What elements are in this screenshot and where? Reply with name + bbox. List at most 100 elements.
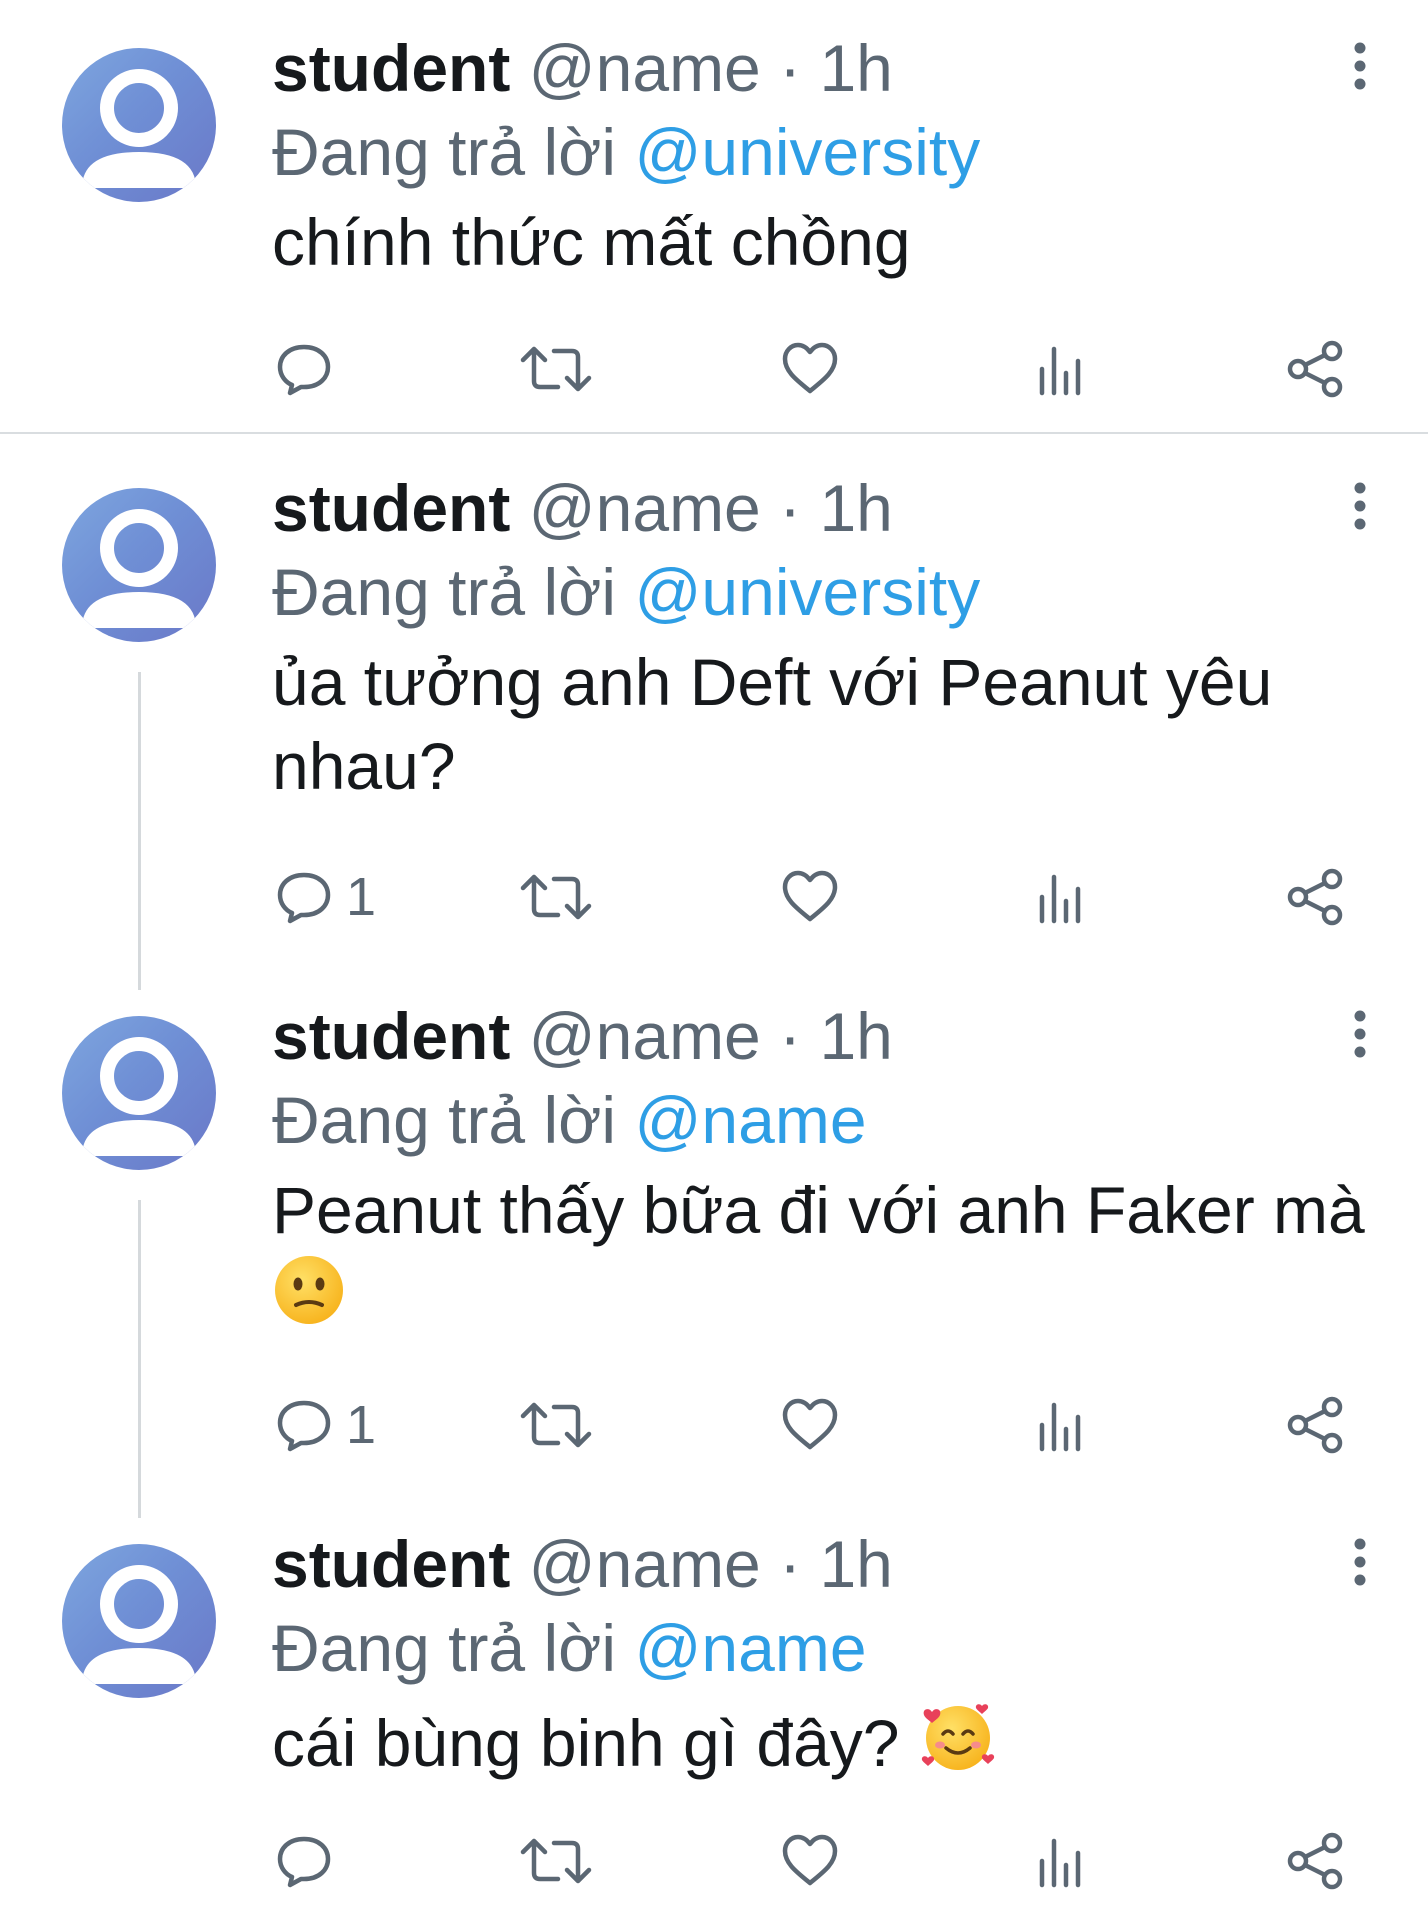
reply-prefix: Đang trả lời (272, 1611, 617, 1685)
avatar[interactable] (62, 1016, 216, 1170)
action-bar: 1 (0, 862, 1428, 932)
mention-link[interactable]: @university (634, 115, 980, 189)
user-handle[interactable]: @name (529, 999, 761, 1073)
tweet-header: student @name · 1h (272, 998, 893, 1074)
more-vertical-icon[interactable] (1345, 482, 1375, 530)
reply-count: 1 (346, 1395, 377, 1455)
user-handle[interactable]: @name (529, 31, 761, 105)
share-icon (1287, 1832, 1343, 1890)
timestamp[interactable]: 1h (819, 31, 892, 105)
reply-button[interactable] (274, 334, 346, 404)
tweet[interactable]: student @name · 1h Đang trả lời @name cá… (0, 1496, 1428, 1920)
retweet-icon (520, 346, 592, 392)
like-button[interactable] (780, 862, 840, 932)
reply-prefix: Đang trả lời (272, 555, 617, 629)
tweet-header: student @name · 1h (272, 470, 893, 546)
retweet-button[interactable] (520, 1826, 592, 1896)
heart-icon (782, 1398, 838, 1450)
username[interactable]: student (272, 1527, 510, 1601)
reply-button[interactable]: 1 (274, 1390, 376, 1460)
tweet[interactable]: student @name · 1h Đang trả lời @univers… (0, 440, 1428, 960)
avatar[interactable] (62, 1544, 216, 1698)
tweet-text-content: chính thức mất chồng (272, 205, 911, 279)
smiling-face-with-hearts-emoji (918, 1696, 998, 1795)
views-icon (1039, 1402, 1081, 1452)
reply-context: Đang trả lời @name (272, 1610, 867, 1686)
views-icon (1039, 874, 1081, 924)
mention-link[interactable]: @name (634, 1611, 866, 1685)
reply-prefix: Đang trả lời (272, 115, 617, 189)
share-icon (1287, 868, 1343, 926)
share-icon (1287, 340, 1343, 398)
user-handle[interactable]: @name (529, 1527, 761, 1601)
tweet-text-content: Peanut thấy bữa đi với anh Faker mà (272, 1173, 1365, 1247)
tweet-text: ủa tưởng anh Deft với Peanut yêu nhau? (272, 640, 1382, 808)
views-button[interactable] (1036, 1826, 1084, 1896)
retweet-icon (520, 874, 592, 920)
reply-icon (277, 1836, 331, 1888)
username[interactable]: student (272, 471, 510, 545)
reply-icon (277, 344, 331, 396)
views-button[interactable] (1036, 862, 1084, 932)
like-button[interactable] (780, 1390, 840, 1460)
action-bar (0, 1826, 1428, 1896)
separator-dot: · (779, 1527, 802, 1601)
user-handle[interactable]: @name (529, 471, 761, 545)
mention-link[interactable]: @name (634, 1083, 866, 1157)
share-button[interactable] (1286, 862, 1346, 932)
more-vertical-icon[interactable] (1345, 1538, 1375, 1586)
reply-context: Đang trả lời @university (272, 554, 980, 630)
more-vertical-icon[interactable] (1345, 1010, 1375, 1058)
tweet[interactable]: student @name · 1h Đang trả lời @univers… (0, 0, 1428, 432)
confused-face-emoji (272, 1253, 346, 1346)
reply-context: Đang trả lời @name (272, 1082, 867, 1158)
separator-dot: · (779, 31, 802, 105)
heart-icon (782, 870, 838, 922)
tweet-header: student @name · 1h (272, 1526, 893, 1602)
separator-dot: · (779, 471, 802, 545)
reply-button[interactable] (274, 1826, 346, 1896)
retweet-button[interactable] (520, 1390, 592, 1460)
retweet-icon (520, 1402, 592, 1448)
avatar[interactable] (62, 488, 216, 642)
retweet-button[interactable] (520, 334, 592, 404)
retweet-icon (520, 1838, 592, 1884)
username[interactable]: student (272, 31, 510, 105)
share-button[interactable] (1286, 1390, 1346, 1460)
views-icon (1039, 1838, 1081, 1888)
share-icon (1287, 1396, 1343, 1454)
timestamp[interactable]: 1h (819, 1527, 892, 1601)
like-button[interactable] (780, 334, 840, 404)
like-button[interactable] (780, 1826, 840, 1896)
action-bar (0, 334, 1428, 404)
reply-button[interactable]: 1 (274, 862, 376, 932)
views-button[interactable] (1036, 334, 1084, 404)
heart-icon (782, 1834, 838, 1886)
reply-icon (277, 1400, 331, 1452)
tweet-header: student @name · 1h (272, 30, 893, 106)
action-bar: 1 (0, 1390, 1428, 1460)
views-icon (1039, 346, 1081, 396)
retweet-button[interactable] (520, 862, 592, 932)
avatar[interactable] (62, 48, 216, 202)
tweet-divider (0, 432, 1428, 434)
views-button[interactable] (1036, 1390, 1084, 1460)
tweet[interactable]: student @name · 1h Đang trả lời @name Pe… (0, 968, 1428, 1488)
reply-count: 1 (346, 867, 377, 927)
separator-dot: · (779, 999, 802, 1073)
mention-link[interactable]: @university (634, 555, 980, 629)
tweet-text: Peanut thấy bữa đi với anh Faker mà (272, 1168, 1382, 1346)
more-vertical-icon[interactable] (1345, 42, 1375, 90)
share-button[interactable] (1286, 1826, 1346, 1896)
timestamp[interactable]: 1h (819, 999, 892, 1073)
timestamp[interactable]: 1h (819, 471, 892, 545)
username[interactable]: student (272, 999, 510, 1073)
tweet-text-content: ủa tưởng anh Deft với Peanut yêu nhau? (272, 645, 1273, 803)
tweet-text-content: cái bùng binh gì đây? (272, 1706, 918, 1780)
reply-icon (277, 872, 331, 924)
reply-prefix: Đang trả lời (272, 1083, 617, 1157)
reply-context: Đang trả lời @university (272, 114, 980, 190)
tweet-text: cái bùng binh gì đây? (272, 1696, 1382, 1795)
share-button[interactable] (1286, 334, 1346, 404)
tweet-text: chính thức mất chồng (272, 200, 1382, 284)
